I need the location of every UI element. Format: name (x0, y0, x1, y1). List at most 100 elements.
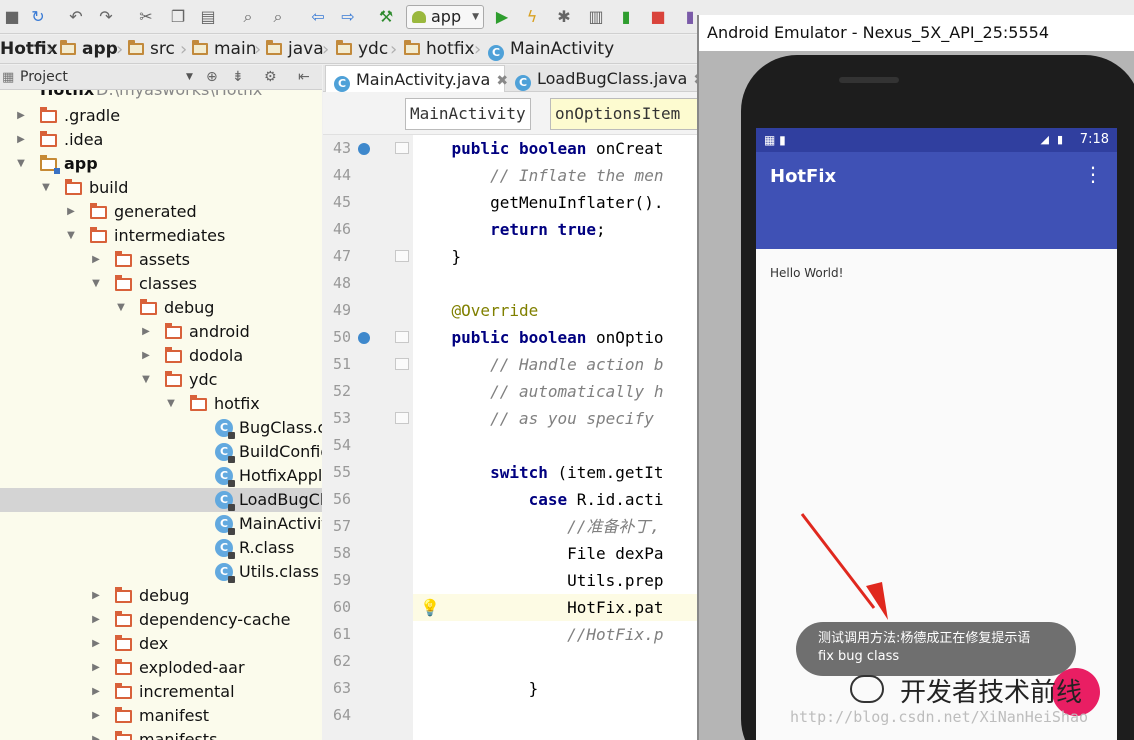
code-editor[interactable]: MainActivity onOptionsItem 43 public boo… (323, 92, 700, 740)
tree-item[interactable]: ▼ classes (0, 272, 322, 296)
code-line[interactable]: // automatically h (413, 378, 700, 405)
tree-item[interactable]: C HotfixAppli (0, 464, 322, 488)
tree-item[interactable]: ▼ intermediates (0, 224, 322, 248)
debug-icon[interactable]: ✱ (554, 7, 574, 27)
run-configuration-select[interactable]: app ▼ (406, 5, 484, 29)
redo-icon[interactable]: ↷ (96, 7, 116, 27)
stop-icon[interactable]: ■ (648, 7, 668, 27)
nav-method-button[interactable]: onOptionsItem (550, 98, 700, 130)
profile-icon[interactable]: ▥ (586, 7, 606, 27)
tree-item[interactable]: ▶ android (0, 320, 322, 344)
tree-item[interactable]: C Utils.class (0, 560, 322, 584)
status-time: 7:18 (1079, 132, 1109, 147)
nav-class-button[interactable]: MainActivity (405, 98, 531, 130)
fold-marker-icon[interactable] (395, 412, 409, 424)
tree-item[interactable]: ▼ hotfix (0, 392, 322, 416)
tree-item[interactable]: ▶ incremental (0, 680, 322, 704)
breadcrumb-ydc[interactable]: ydc (336, 35, 388, 64)
tree-item-selected[interactable]: CLoadBugCla (0, 488, 322, 512)
tree-root[interactable]: Hotfix D:\myasworks\Hotfix (0, 90, 322, 100)
hide-panel-icon[interactable]: ⇤ (298, 65, 310, 90)
tree-item[interactable]: ▶ .idea (0, 128, 322, 152)
tree-item[interactable]: ▼ ydc (0, 368, 322, 392)
tree-item[interactable]: ▼ app (0, 152, 322, 176)
chevron-down-icon[interactable]: ▼ (186, 65, 193, 90)
lightbulb-icon[interactable]: 💡 (420, 598, 440, 617)
tree-item[interactable]: ▼ debug (0, 296, 322, 320)
fold-marker-icon[interactable] (395, 358, 409, 370)
tree-item[interactable]: ▶ exploded-aar (0, 656, 322, 680)
code-line[interactable]: } (413, 675, 700, 702)
code-line[interactable]: HotFix.pat (413, 594, 700, 621)
tree-item[interactable]: ▶ manifests (0, 728, 322, 740)
tree-item[interactable]: ▶ assets (0, 248, 322, 272)
code-line[interactable]: getMenuInflater(). (413, 189, 700, 216)
code-line[interactable]: // Handle action b (413, 351, 700, 378)
code-line[interactable]: switch (item.getIt (413, 459, 700, 486)
locate-icon[interactable]: ⊕ (206, 65, 218, 90)
code-line[interactable]: //准备补丁, (413, 513, 700, 540)
module-folder-icon (60, 40, 76, 55)
gear-icon[interactable]: ⚙ (264, 65, 277, 90)
tab-loadbugclass[interactable]: CLoadBugClass.java✖ (507, 65, 705, 92)
tree-item[interactable]: C R.class (0, 536, 322, 560)
code-line[interactable]: // as you specify (413, 405, 700, 432)
tree-item[interactable]: ▶ dex (0, 632, 322, 656)
code-line[interactable] (413, 270, 700, 297)
tree-item[interactable]: ▶ generated (0, 200, 322, 224)
project-view-select[interactable]: Project (20, 65, 68, 90)
tab-mainactivity[interactable]: C MainActivity.java ✖ (325, 65, 508, 92)
cut-icon[interactable]: ✂ (136, 7, 156, 27)
code-line[interactable]: public boolean onOptio (413, 324, 700, 351)
phone-screen[interactable]: ▦ ▮ ◢ ▮ 7:18 HotFix ⋮ Hello World! 测试调用方… (756, 128, 1117, 740)
breadcrumb-mainactivity[interactable]: C MainActivity (488, 35, 614, 64)
tree-item[interactable]: CBugClass.cla (0, 416, 322, 440)
fold-marker-icon[interactable] (395, 142, 409, 154)
code-line[interactable]: File dexPa (413, 540, 700, 567)
code-line[interactable] (413, 432, 700, 459)
code-line[interactable] (413, 702, 700, 729)
code-line[interactable]: Utils.prep (413, 567, 700, 594)
tree-item[interactable]: ▶ dependency-cache (0, 608, 322, 632)
find-icon[interactable]: ⌕ (238, 7, 258, 27)
code-line[interactable] (413, 648, 700, 675)
tree-item[interactable]: C BuildConfig (0, 440, 322, 464)
copy-icon[interactable]: ❐ (168, 7, 188, 27)
breadcrumb-hotfix-package[interactable]: hotfix (404, 35, 475, 64)
code-line[interactable]: @Override (413, 297, 700, 324)
tree-item[interactable]: ▼ build (0, 176, 322, 200)
tree-item[interactable]: ▶ dodola (0, 344, 322, 368)
fold-marker-icon[interactable] (395, 250, 409, 262)
fold-marker-icon[interactable] (395, 331, 409, 343)
undo-icon[interactable]: ↶ (66, 7, 86, 27)
code-line[interactable]: case R.id.acti (413, 486, 700, 513)
override-icon[interactable] (358, 332, 370, 344)
tree-item[interactable]: ▶ .gradle (0, 104, 322, 128)
tree-item[interactable]: ▶ debug (0, 584, 322, 608)
tree-item[interactable]: ▶ manifest (0, 704, 322, 728)
breadcrumb-src[interactable]: src (128, 35, 175, 64)
save-icon[interactable]: ■ (2, 7, 22, 27)
back-icon[interactable]: ⇦ (308, 7, 328, 27)
build-icon[interactable]: ⚒ (376, 7, 396, 27)
run-icon[interactable]: ▶ (492, 7, 512, 27)
line-number: 59 (332, 571, 351, 589)
forward-icon[interactable]: ⇨ (338, 7, 358, 27)
paste-icon[interactable]: ▤ (198, 7, 218, 27)
code-line[interactable]: //HotFix.p (413, 621, 700, 648)
code-line[interactable]: return true; (413, 216, 700, 243)
code-line[interactable]: } (413, 243, 700, 270)
attach-icon[interactable]: ▮ (616, 7, 636, 27)
collapse-all-icon[interactable]: ⇟ (232, 65, 244, 90)
sync-icon[interactable]: ↻ (28, 7, 48, 27)
breadcrumb-app[interactable]: app (60, 35, 118, 64)
apply-changes-icon[interactable]: ϟ (522, 7, 542, 27)
override-icon[interactable] (358, 143, 370, 155)
overflow-menu-icon[interactable]: ⋮ (1083, 164, 1103, 184)
replace-icon[interactable]: ⌕ (268, 7, 288, 27)
code-line[interactable]: public boolean onCreat (413, 135, 700, 162)
tree-item[interactable]: C MainActivit (0, 512, 322, 536)
breadcrumb-main[interactable]: main (192, 35, 256, 64)
breadcrumb-java[interactable]: java (266, 35, 324, 64)
code-line[interactable]: // Inflate the men (413, 162, 700, 189)
